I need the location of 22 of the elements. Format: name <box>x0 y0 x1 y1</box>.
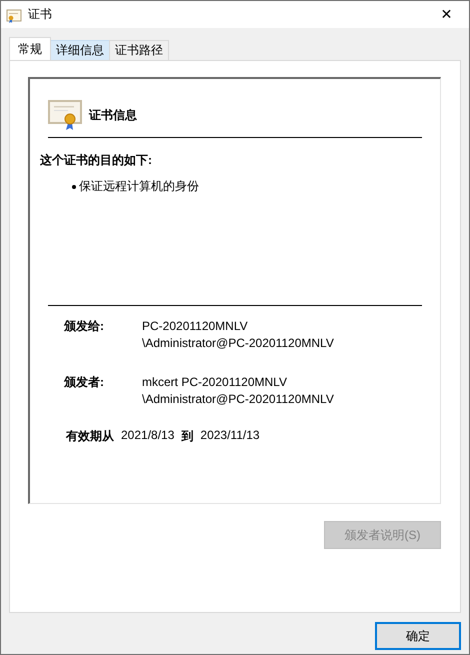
field-label: 颁发者: <box>64 374 105 391</box>
purpose-title: 这个证书的目的如下: <box>40 152 152 169</box>
tab[interactable]: 详细信息 <box>50 40 110 60</box>
validity-date: 2023/11/13 <box>200 428 260 444</box>
window-title: 证书 <box>28 6 53 23</box>
field-value: \Administrator@PC-20201120MNLV <box>142 391 334 408</box>
close-button[interactable]: ✕ <box>424 1 469 28</box>
bullet-icon <box>72 184 76 188</box>
certificate-icon <box>48 99 82 131</box>
field-value: PC-20201120MNLV <box>142 318 248 335</box>
ok-button[interactable]: 确定 <box>375 622 461 650</box>
validity-label: 到 <box>181 428 194 445</box>
tab[interactable]: 常规 <box>9 37 51 60</box>
validity-label: 有效期从 <box>66 428 114 445</box>
field-label: 颁发给: <box>64 318 105 335</box>
field-value: mkcert PC-20201120MNLV <box>142 374 287 391</box>
tab[interactable]: 证书路径 <box>109 40 169 60</box>
validity-date: 2021/8/13 <box>121 428 174 444</box>
certificate-icon <box>6 6 22 22</box>
field-value: \Administrator@PC-20201120MNLV <box>142 335 334 352</box>
section-heading: 证书信息 <box>89 106 137 124</box>
purpose-item: 保证远程计算机的身份 <box>79 178 199 195</box>
